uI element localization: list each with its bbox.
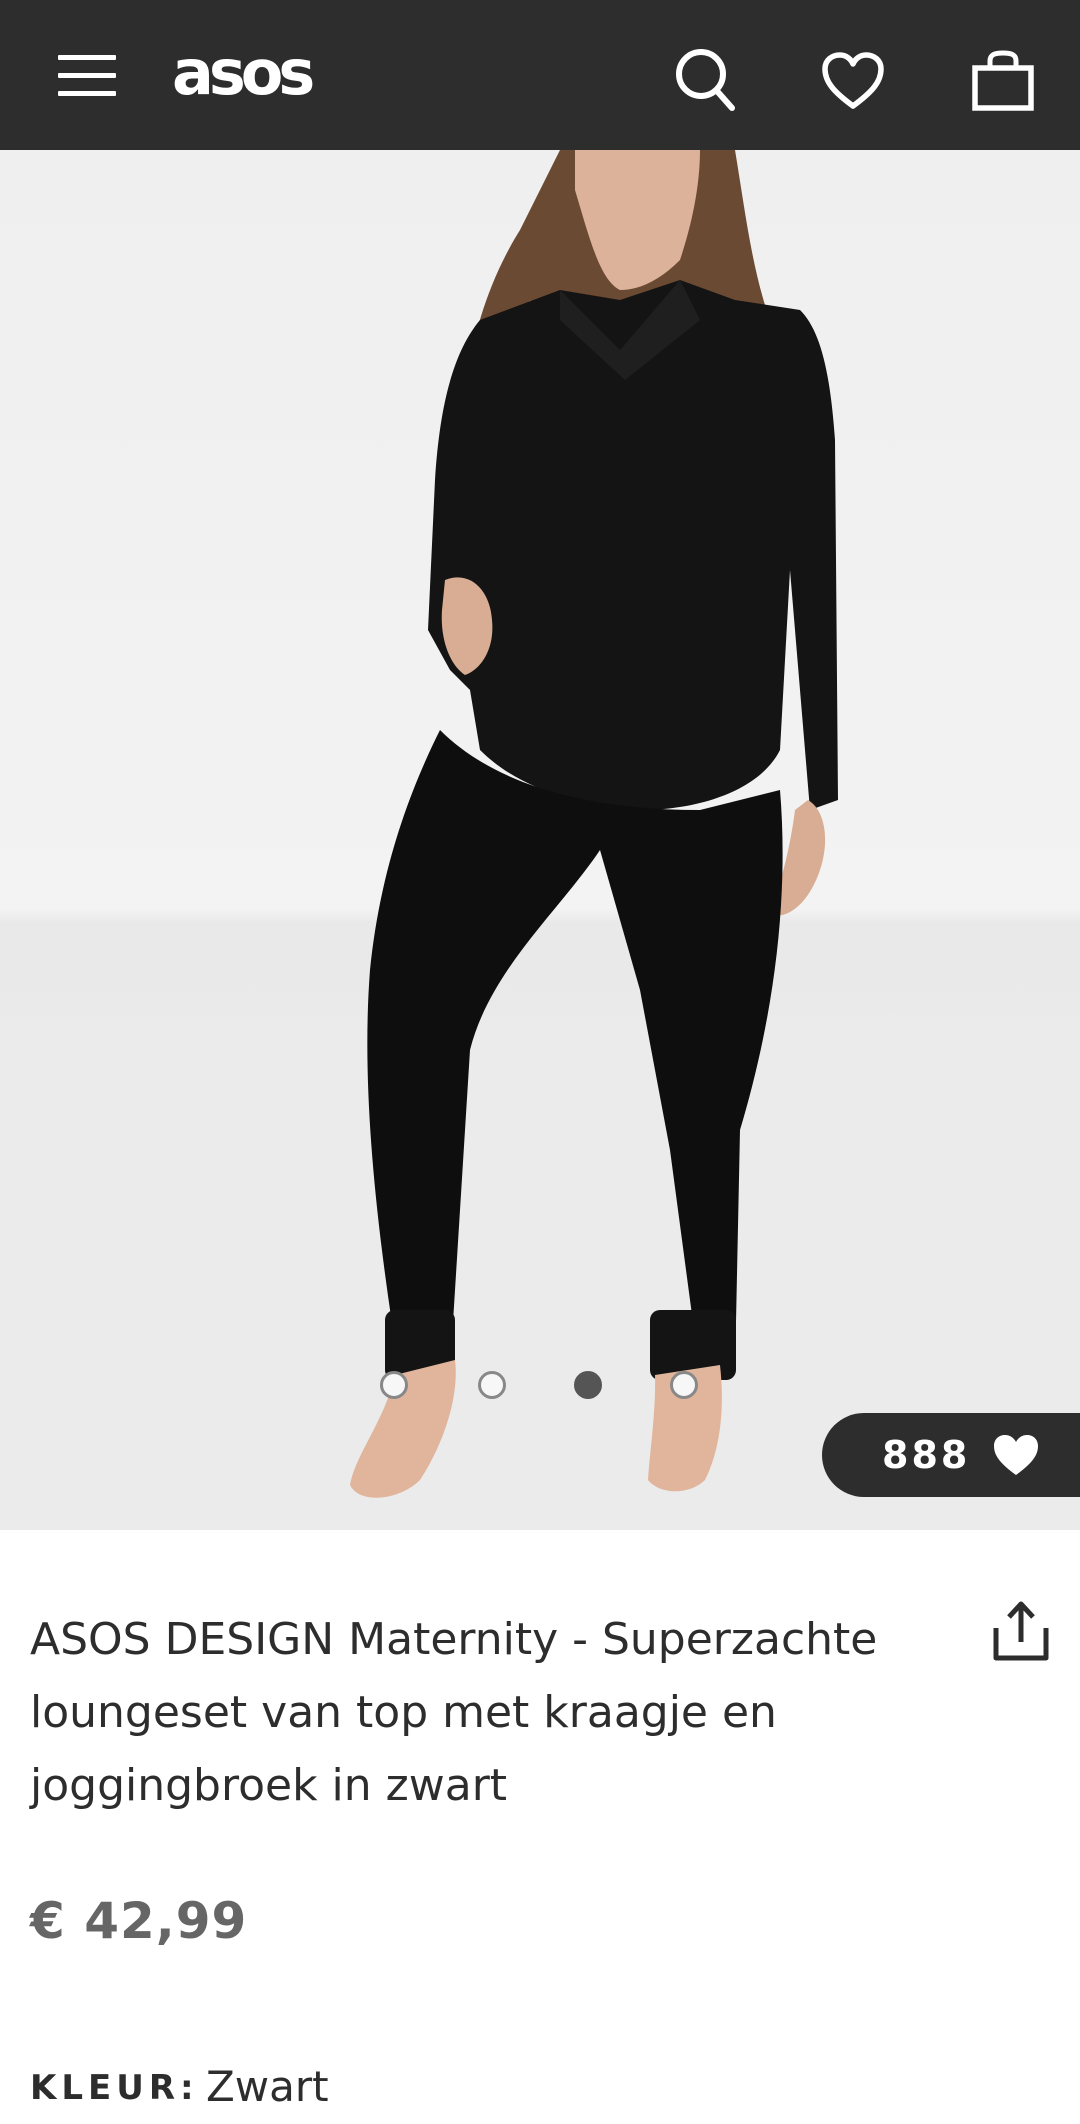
share-icon[interactable] (992, 1600, 1050, 1662)
gallery-dot-4[interactable] (670, 1371, 698, 1399)
product-page: asos 888 ASOS DESIGN Maternity - Superza… (0, 0, 1080, 2124)
wishlist-heart-icon[interactable] (822, 48, 884, 114)
model-photo (0, 150, 1080, 1530)
color-label: KLEUR: (30, 2068, 199, 2108)
save-count-button[interactable]: 888 (822, 1413, 1080, 1497)
top-header: asos (0, 0, 1080, 150)
shopping-bag-icon[interactable] (972, 48, 1034, 114)
hamburger-menu-icon[interactable] (58, 53, 116, 97)
gallery-dot-2[interactable] (478, 1371, 506, 1399)
color-value: Zwart (206, 2062, 329, 2111)
save-count: 888 (882, 1433, 971, 1477)
asos-logo[interactable]: asos (172, 38, 315, 108)
search-icon[interactable] (674, 46, 736, 112)
gallery-dot-3[interactable] (574, 1371, 602, 1399)
product-price: € 42,99 (30, 1892, 248, 1950)
heart-icon (994, 1435, 1038, 1475)
product-title: ASOS DESIGN Maternity - Superzachte loun… (30, 1614, 878, 1811)
gallery-dot-1[interactable] (380, 1371, 408, 1399)
product-image-gallery[interactable] (0, 150, 1080, 1530)
